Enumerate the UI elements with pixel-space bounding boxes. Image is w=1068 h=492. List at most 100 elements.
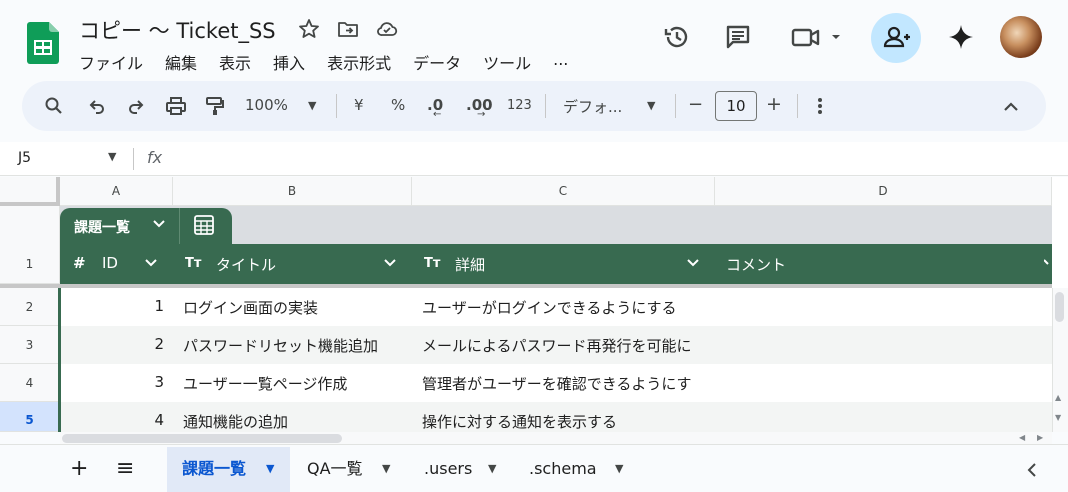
sheet-tab-issues[interactable]: 課題一覧 [182, 445, 246, 492]
share-button[interactable] [871, 13, 921, 63]
toolbar-divider [545, 94, 546, 118]
scroll-up-icon[interactable]: ▲ [1055, 393, 1061, 402]
paint-format-icon[interactable] [204, 95, 226, 121]
column-header-a[interactable]: A [60, 177, 173, 206]
font-chevron-down-icon[interactable]: ▼ [647, 99, 655, 119]
name-box[interactable]: J5 [18, 150, 31, 166]
menu-file[interactable]: ファイル [79, 50, 143, 73]
sheet-tab-chevron-down-icon[interactable]: ▼ [488, 445, 496, 492]
row-header-2[interactable]: 2 [0, 288, 60, 326]
arrow-right-icon: → [477, 109, 486, 120]
cell-detail[interactable]: ユーザーがログインできるようにする [422, 297, 715, 318]
id-chevron-down-icon[interactable] [144, 256, 158, 274]
cell-title[interactable]: ログイン画面の実装 [183, 297, 409, 318]
table-header-id[interactable]: ID [102, 254, 118, 272]
add-person-icon [883, 26, 910, 48]
title-chevron-down-icon[interactable] [383, 256, 397, 274]
cell-detail[interactable]: メールによるパスワード再発行を可能に [422, 335, 715, 356]
row-header-3[interactable]: 3 [0, 326, 60, 364]
currency-format-button[interactable]: ¥ [354, 96, 364, 116]
menu-edit[interactable]: 編集 [165, 50, 197, 73]
sheet-tab-chevron-down-icon[interactable]: ▼ [615, 445, 623, 492]
font-size-input[interactable]: 10 [715, 91, 757, 121]
print-icon[interactable] [165, 95, 187, 121]
table-header-comment[interactable]: コメント [726, 254, 786, 275]
all-sheets-button[interactable]: ≡ [116, 445, 134, 492]
column-header-b[interactable]: B [173, 177, 412, 206]
history-icon[interactable] [662, 22, 692, 52]
row-header-4[interactable]: 4 [0, 364, 60, 402]
document-title[interactable]: コピー 〜 Ticket_SS [79, 15, 276, 45]
menu-data[interactable]: データ [413, 50, 461, 73]
zoom-chevron-down-icon[interactable]: ▼ [308, 99, 316, 119]
comment-chevron-down-icon[interactable] [1043, 256, 1052, 274]
collapse-toolbar-icon[interactable] [1002, 98, 1020, 118]
detail-chevron-down-icon[interactable] [686, 256, 700, 274]
column-header-d[interactable]: D [715, 177, 1052, 206]
table-menu-chevron-down-icon[interactable] [152, 216, 166, 234]
sheets-logo-icon[interactable] [27, 22, 59, 64]
meet-icon[interactable] [790, 22, 844, 52]
number-format-button[interactable]: 123 [507, 98, 532, 118]
table-header-detail[interactable]: 詳細 [455, 254, 485, 275]
menu-tools[interactable]: ツール [483, 50, 531, 73]
table-name[interactable]: 課題一覧 [74, 217, 130, 237]
more-options-icon[interactable] [815, 96, 825, 120]
cell-id[interactable]: 1 [60, 297, 164, 315]
move-to-folder-icon[interactable] [336, 17, 360, 41]
cell-title[interactable]: パスワードリセット機能追加 [183, 335, 409, 356]
scroll-left-icon[interactable]: ◀ [1019, 433, 1025, 442]
undo-icon[interactable] [87, 96, 107, 120]
scroll-down-icon[interactable]: ▼ [1055, 413, 1061, 422]
row-header-1[interactable]: 1 [0, 206, 60, 284]
star-icon[interactable] [297, 17, 321, 41]
cell-title[interactable]: ユーザー一覧ページ作成 [183, 373, 409, 394]
column-header-c[interactable]: C [412, 177, 715, 206]
sheet-tab-schema[interactable]: .schema [529, 445, 597, 492]
number-type-icon: # [73, 254, 86, 272]
zoom-select[interactable]: 100% [245, 96, 288, 116]
menu-view[interactable]: 表示 [219, 50, 251, 73]
sheet-tab-chevron-down-icon[interactable]: ▼ [266, 445, 274, 492]
table-left-border [58, 288, 61, 432]
menu-bar: ファイル 編集 表示 挿入 表示形式 データ ツール ... [79, 50, 590, 73]
comment-icon[interactable] [723, 22, 753, 52]
toolbar-divider [675, 94, 676, 118]
scroll-right-icon[interactable]: ▶ [1037, 433, 1043, 442]
vertical-scroll-thumb[interactable] [1055, 292, 1064, 322]
arrow-left-icon: ← [433, 109, 442, 120]
horizontal-scroll-thumb[interactable] [62, 434, 342, 443]
cell-id[interactable]: 4 [60, 411, 164, 429]
cell-id[interactable]: 3 [60, 373, 164, 391]
select-all-corner[interactable] [0, 177, 60, 206]
redo-icon[interactable] [126, 96, 146, 120]
cell-detail[interactable]: 操作に対する通知を表示する [422, 411, 715, 432]
cloud-saved-icon[interactable] [375, 17, 399, 41]
avatar[interactable] [1000, 16, 1042, 58]
cell-detail[interactable]: 管理者がユーザーを確認できるようにす [422, 373, 715, 394]
table-view-icon[interactable] [193, 214, 215, 236]
increase-font-size-button[interactable]: + [766, 93, 782, 115]
cell-title[interactable]: 通知機能の追加 [183, 411, 409, 432]
cell-id[interactable]: 2 [60, 335, 164, 353]
menu-format[interactable]: 表示形式 [327, 50, 391, 73]
sheet-tab-chevron-down-icon[interactable]: ▼ [382, 445, 390, 492]
add-sheet-button[interactable]: + [70, 445, 88, 492]
gemini-icon[interactable] [946, 22, 976, 52]
fx-icon: fx [147, 148, 163, 167]
sheet-tab-qa[interactable]: QA一覧 [307, 445, 363, 492]
font-select[interactable]: デフォ... [563, 96, 622, 116]
table-header-title[interactable]: タイトル [216, 254, 276, 275]
text-type-icon: Tт [424, 256, 441, 271]
name-box-chevron-down-icon[interactable]: ▼ [108, 150, 116, 163]
sheet-tab-users[interactable]: .users [424, 445, 472, 492]
search-menus-icon[interactable] [44, 96, 64, 120]
decrease-font-size-button[interactable]: − [688, 94, 703, 115]
row-header-5[interactable]: 5 [0, 402, 60, 432]
menu-insert[interactable]: 挿入 [273, 50, 305, 73]
formula-divider [133, 148, 134, 170]
percent-format-button[interactable]: % [391, 96, 405, 116]
text-type-icon: Tт [185, 256, 202, 271]
menu-more[interactable]: ... [553, 50, 568, 70]
chevron-left-icon[interactable] [1025, 462, 1039, 482]
